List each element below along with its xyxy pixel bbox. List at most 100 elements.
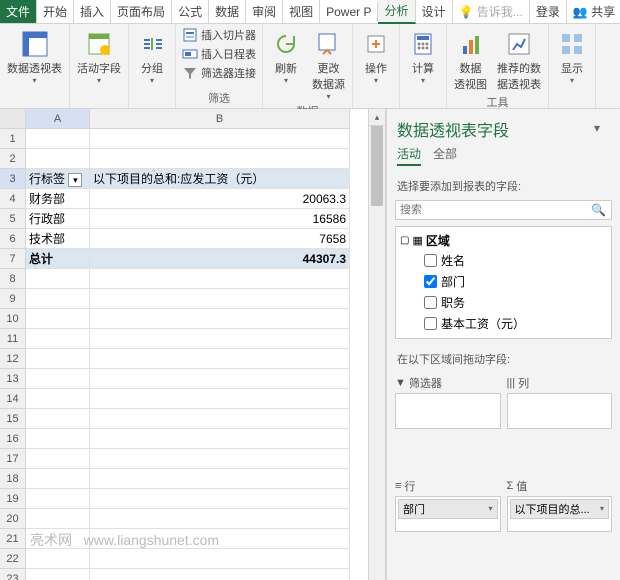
- share-button[interactable]: 👥 共享: [567, 0, 620, 23]
- tab-insert[interactable]: 插入: [74, 0, 111, 23]
- cell[interactable]: [90, 469, 350, 489]
- cell[interactable]: [26, 369, 90, 389]
- total-value[interactable]: 44307.3: [90, 249, 350, 269]
- cell[interactable]: [26, 529, 90, 549]
- total-label[interactable]: 总计: [26, 249, 90, 269]
- cell[interactable]: [26, 449, 90, 469]
- rowlabels-header[interactable]: 行标签 ▾: [26, 169, 90, 189]
- row-header-6[interactable]: 6: [0, 229, 26, 249]
- gear-icon[interactable]: ▾: [594, 121, 610, 137]
- field-checkbox[interactable]: [424, 254, 437, 267]
- cell[interactable]: [90, 149, 350, 169]
- cell[interactable]: [26, 149, 90, 169]
- field-item-1[interactable]: 部门: [400, 271, 607, 292]
- row-header-17[interactable]: 17: [0, 449, 26, 469]
- row-header-4[interactable]: 4: [0, 189, 26, 209]
- pivotchart-button[interactable]: 数据 透视图: [451, 26, 490, 94]
- cell[interactable]: [26, 389, 90, 409]
- field-checkbox[interactable]: [424, 317, 437, 330]
- filter-dropdown-icon[interactable]: ▾: [68, 173, 82, 187]
- dept-cell[interactable]: 行政部: [26, 209, 90, 229]
- row-header-19[interactable]: 19: [0, 489, 26, 509]
- calc-button[interactable]: 计算▾: [404, 26, 442, 87]
- refresh-button[interactable]: 刷新▾: [267, 26, 305, 87]
- row-header-3[interactable]: 3: [0, 169, 26, 189]
- tab-layout[interactable]: 页面布局: [111, 0, 172, 23]
- cell[interactable]: [26, 509, 90, 529]
- pane-tab-all[interactable]: 全部: [433, 145, 457, 166]
- cell[interactable]: [90, 449, 350, 469]
- row-header-20[interactable]: 20: [0, 509, 26, 529]
- cell[interactable]: [26, 549, 90, 569]
- field-item-0[interactable]: 姓名: [400, 250, 607, 271]
- cell[interactable]: [90, 309, 350, 329]
- row-header-21[interactable]: 21: [0, 529, 26, 549]
- cell[interactable]: [90, 269, 350, 289]
- tab-analyze[interactable]: 分析: [378, 0, 415, 24]
- cell[interactable]: [90, 569, 350, 580]
- dept-cell[interactable]: 技术部: [26, 229, 90, 249]
- row-header-2[interactable]: 2: [0, 149, 26, 169]
- pivottable-button[interactable]: 数据透视表▾: [4, 26, 65, 87]
- cell[interactable]: [26, 269, 90, 289]
- tab-design[interactable]: 设计: [416, 0, 453, 23]
- row-header-9[interactable]: 9: [0, 289, 26, 309]
- tab-home[interactable]: 开始: [37, 0, 74, 23]
- row-header-13[interactable]: 13: [0, 369, 26, 389]
- vertical-scrollbar[interactable]: ▴: [368, 109, 385, 580]
- tab-tellme[interactable]: 💡 告诉我...: [453, 0, 530, 23]
- insert-slicer-button[interactable]: 插入切片器: [180, 26, 258, 44]
- row-header-15[interactable]: 15: [0, 409, 26, 429]
- cell[interactable]: [26, 489, 90, 509]
- scroll-thumb[interactable]: [371, 126, 383, 206]
- grid[interactable]: A B 行标签 ▾以下项目的总和:应发工资（元）财务部20063.3行政部165…: [26, 109, 368, 580]
- row-header-16[interactable]: 16: [0, 429, 26, 449]
- cell[interactable]: [90, 429, 350, 449]
- val-field-pill[interactable]: 以下项目的总...▾: [510, 499, 610, 519]
- field-checkbox[interactable]: [424, 275, 437, 288]
- search-input[interactable]: [395, 200, 612, 220]
- tab-data[interactable]: 数据: [209, 0, 246, 23]
- recommend-button[interactable]: 推荐的数 据透视表: [494, 26, 544, 94]
- change-src-button[interactable]: 更改 数据源▾: [309, 26, 348, 103]
- cell[interactable]: [26, 309, 90, 329]
- value-cell[interactable]: 20063.3: [90, 189, 350, 209]
- cell[interactable]: [90, 529, 350, 549]
- cell[interactable]: [26, 129, 90, 149]
- select-all-corner[interactable]: [0, 109, 26, 129]
- scroll-up-button[interactable]: ▴: [369, 109, 385, 126]
- tab-file[interactable]: 文件: [0, 0, 37, 23]
- filter-conn-button[interactable]: 筛选器连接: [180, 64, 258, 82]
- field-group[interactable]: ▢ ▦ 区域: [400, 231, 607, 250]
- cell[interactable]: [26, 289, 90, 309]
- login-link[interactable]: 登录: [530, 0, 567, 23]
- cell[interactable]: [90, 289, 350, 309]
- zone-cols-box[interactable]: [507, 393, 613, 429]
- row-header-8[interactable]: 8: [0, 269, 26, 289]
- field-item-2[interactable]: 职务: [400, 292, 607, 313]
- tab-formula[interactable]: 公式: [172, 0, 209, 23]
- cell[interactable]: [90, 369, 350, 389]
- cell[interactable]: [26, 329, 90, 349]
- show-button[interactable]: 显示▾: [553, 26, 591, 87]
- cell[interactable]: [26, 429, 90, 449]
- row-header-14[interactable]: 14: [0, 389, 26, 409]
- cell[interactable]: [26, 409, 90, 429]
- activefield-button[interactable]: 活动字段▾: [74, 26, 124, 87]
- values-header[interactable]: 以下项目的总和:应发工资（元）: [90, 169, 350, 189]
- tab-powerp[interactable]: Power P: [320, 2, 378, 22]
- pane-tab-active[interactable]: 活动: [397, 145, 421, 166]
- row-header-5[interactable]: 5: [0, 209, 26, 229]
- value-cell[interactable]: 7658: [90, 229, 350, 249]
- row-header-12[interactable]: 12: [0, 349, 26, 369]
- row-header-23[interactable]: 23: [0, 569, 26, 580]
- row-header-11[interactable]: 11: [0, 329, 26, 349]
- row-header-18[interactable]: 18: [0, 469, 26, 489]
- cell[interactable]: [90, 129, 350, 149]
- group-button[interactable]: 分组▾: [133, 26, 171, 87]
- field-checkbox[interactable]: [424, 296, 437, 309]
- cell[interactable]: [26, 569, 90, 580]
- cell[interactable]: [90, 509, 350, 529]
- cell[interactable]: [26, 349, 90, 369]
- cell[interactable]: [90, 409, 350, 429]
